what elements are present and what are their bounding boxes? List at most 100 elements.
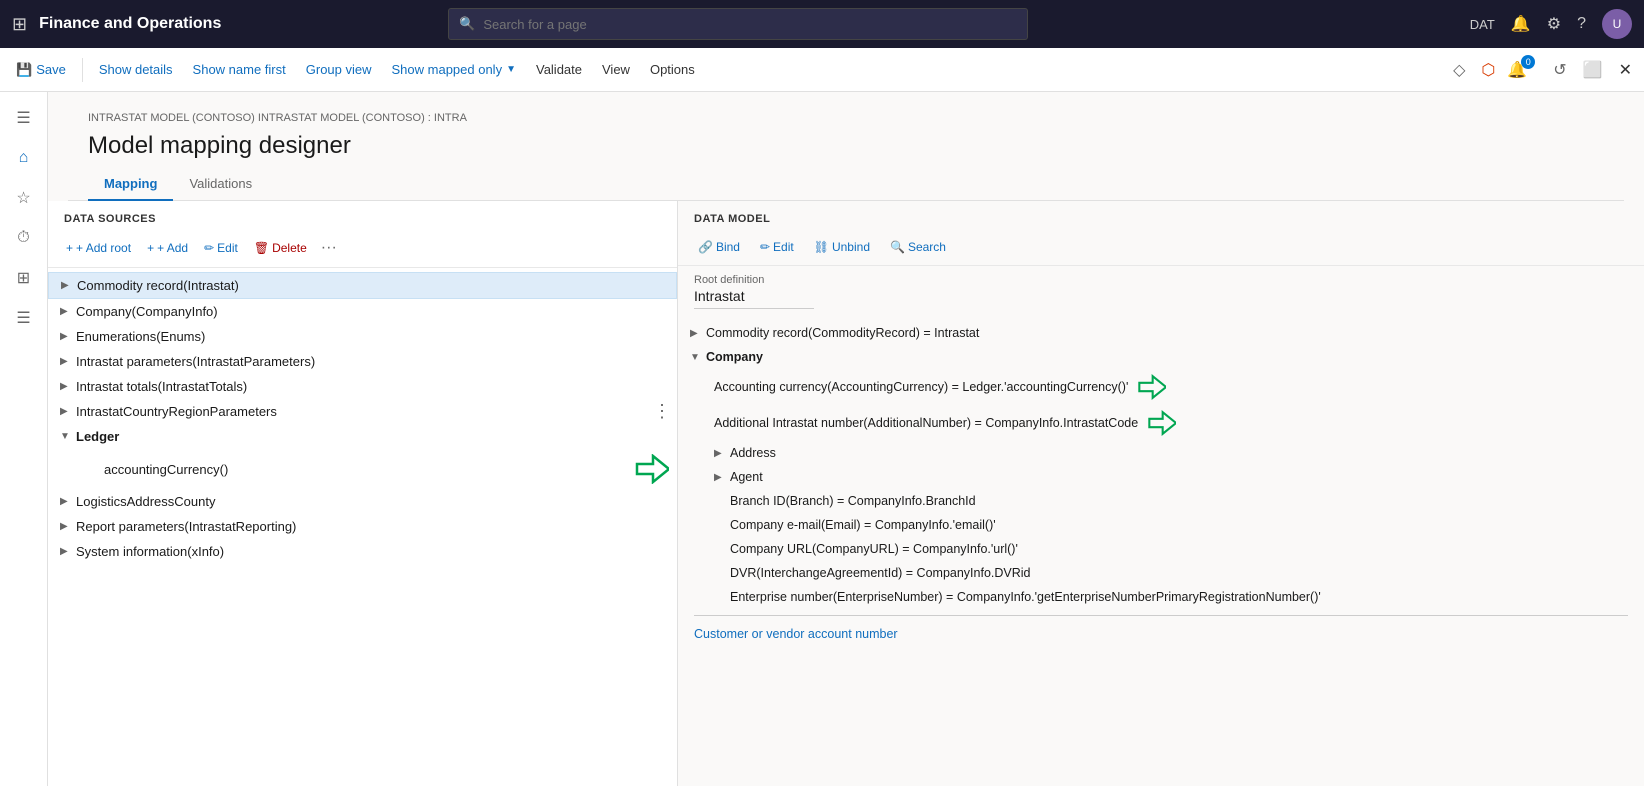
data-sources-toolbar: + + Add root + + Add ✏ Edit 🗑 Delete (48, 233, 677, 268)
data-sources-panel: DATA SOURCES + + Add root + + Add ✏ Edit (48, 201, 678, 786)
delete-trash-icon: 🗑 (254, 241, 269, 255)
sidebar-workspaces-icon[interactable]: ⊞ (6, 260, 42, 296)
unbind-button[interactable]: ⛓ Unbind (806, 237, 878, 257)
validate-button[interactable]: Validate (528, 58, 590, 81)
list-item[interactable]: ▶ Commodity record(Intrastat) (48, 272, 677, 299)
user-avatar[interactable]: U (1602, 9, 1632, 39)
main-content-area: INTRASTAT MODEL (CONTOSO) INTRASTAT MODE… (48, 92, 1644, 786)
list-item[interactable]: Branch ID(Branch) = CompanyInfo.BranchId (678, 489, 1644, 513)
help-question-icon[interactable]: ? (1577, 15, 1586, 33)
chevron-right-icon: ▶ (60, 521, 76, 532)
chevron-right-icon: ▶ (60, 546, 76, 557)
sidebar-home-icon[interactable]: ⌂ (6, 140, 42, 176)
chevron-down-icon: ▼ (60, 431, 76, 442)
list-item[interactable]: Company URL(CompanyURL) = CompanyInfo.'u… (678, 537, 1644, 561)
list-item[interactable]: ▶ Address (678, 441, 1644, 465)
root-definition-value: Intrastat (694, 288, 814, 309)
more-options-icon[interactable]: ··· (317, 237, 341, 259)
add-button[interactable]: + + Add (141, 238, 194, 258)
list-item[interactable]: ▶ Agent (678, 465, 1644, 489)
list-item[interactable]: ▶ Report parameters(IntrastatReporting) (48, 514, 677, 539)
search-input[interactable] (483, 17, 1017, 32)
edit-button[interactable]: ✏ Edit (198, 238, 244, 258)
list-item[interactable]: ▼ Company (678, 345, 1644, 369)
top-nav-bar: ⊞ Finance and Operations 🔍 DAT 🔔 ⚙ ? U (0, 0, 1644, 48)
delete-button[interactable]: 🗑 Delete (248, 238, 313, 258)
tab-mapping[interactable]: Mapping (88, 168, 173, 201)
notification-bell-icon[interactable]: 🔔 (1511, 14, 1531, 34)
chevron-right-icon: ▶ (60, 331, 76, 342)
show-details-button[interactable]: Show details (91, 58, 181, 81)
diamond-icon[interactable]: ◇ (1449, 56, 1469, 84)
list-item[interactable]: ▶ System information(xInfo) (48, 539, 677, 564)
refresh-icon[interactable]: ↺ (1549, 56, 1570, 84)
notification-count[interactable]: 🔔 0 (1507, 60, 1541, 80)
maximize-icon[interactable]: ⬜ (1579, 56, 1607, 84)
save-button[interactable]: 💾 Save (8, 58, 74, 82)
chevron-right-icon: ▶ (690, 328, 706, 339)
add-root-button[interactable]: + + Add root (60, 238, 137, 258)
page-tabs: Mapping Validations (68, 168, 1624, 201)
vertical-dots-icon[interactable]: ⋮ (653, 401, 669, 422)
list-item[interactable]: Customer or vendor account number (678, 622, 1644, 646)
page-title: Model mapping designer (68, 128, 1624, 168)
main-toolbar: 💾 Save Show details Show name first Grou… (0, 48, 1644, 92)
add-icon: + (147, 241, 154, 255)
edit-button[interactable]: ✏ Edit (752, 237, 802, 257)
bind-button[interactable]: 🔗 Bind (690, 237, 748, 257)
office-icon[interactable]: ⬡ (1477, 56, 1499, 84)
app-title: Finance and Operations (39, 15, 221, 33)
save-icon: 💾 (16, 62, 32, 78)
chevron-right-icon: ▶ (60, 496, 76, 507)
list-item[interactable]: ▶ Intrastat totals(IntrastatTotals) (48, 374, 677, 399)
edit-pencil-icon: ✏ (204, 241, 214, 255)
list-item[interactable]: Company e-mail(Email) = CompanyInfo.'ema… (678, 513, 1644, 537)
chevron-down-icon: ▼ (506, 64, 516, 75)
list-item[interactable]: ▶ Commodity record(CommodityRecord) = In… (678, 321, 1644, 345)
content-panels: DATA SOURCES + + Add root + + Add ✏ Edit (48, 201, 1644, 786)
data-sources-tree: ▶ Commodity record(Intrastat) ▶ Company(… (48, 268, 677, 786)
arrow-indicator-icon (1136, 374, 1166, 400)
list-item[interactable]: DVR(InterchangeAgreementId) = CompanyInf… (678, 561, 1644, 585)
app-layout: ☰ ⌂ ☆ ⏱ ⊞ ☰ INTRASTAT MODEL (CONTOSO) IN… (0, 92, 1644, 786)
close-icon[interactable]: ✕ (1615, 56, 1636, 84)
grid-menu-icon[interactable]: ⊞ (12, 14, 27, 35)
chevron-right-icon: ▶ (714, 472, 730, 483)
sidebar-recent-icon[interactable]: ⏱ (6, 220, 42, 256)
data-model-tree: ▶ Commodity record(CommodityRecord) = In… (678, 317, 1644, 786)
list-item[interactable]: Accounting currency(AccountingCurrency) … (678, 369, 1644, 405)
chevron-down-icon: ▼ (690, 352, 706, 363)
edit-pencil-icon: ✏ (760, 240, 770, 254)
tab-validations[interactable]: Validations (173, 168, 268, 201)
show-name-first-button[interactable]: Show name first (185, 58, 294, 81)
sidebar-modules-icon[interactable]: ☰ (6, 300, 42, 336)
separator-line (694, 615, 1628, 616)
settings-gear-icon[interactable]: ⚙ (1547, 14, 1561, 34)
list-item[interactable]: ▶ Intrastat parameters(IntrastatParamete… (48, 349, 677, 374)
list-item[interactable]: ▶ IntrastatCountryRegionParameters ⋮ (48, 399, 677, 424)
data-model-panel: DATA MODEL 🔗 Bind ✏ Edit ⛓ Unbind (678, 201, 1644, 786)
data-sources-header: DATA SOURCES (48, 201, 677, 233)
sidebar-hamburger-icon[interactable]: ☰ (6, 100, 42, 136)
list-item[interactable]: ▼ Ledger (48, 424, 677, 449)
global-search-box[interactable]: 🔍 (448, 8, 1028, 40)
sidebar-favorites-icon[interactable]: ☆ (6, 180, 42, 216)
list-item[interactable]: ▶ Enumerations(Enums) (48, 324, 677, 349)
add-root-icon: + (66, 241, 73, 255)
group-view-button[interactable]: Group view (298, 58, 380, 81)
search-icon: 🔍 (459, 16, 475, 32)
chevron-right-icon: ▶ (60, 406, 76, 417)
search-button[interactable]: 🔍 Search (882, 237, 954, 257)
environment-label: DAT (1470, 17, 1495, 32)
chevron-right-icon: ▶ (60, 306, 76, 317)
list-item[interactable]: accountingCurrency() (48, 449, 677, 489)
toolbar-separator-1 (82, 58, 83, 82)
list-item[interactable]: ▶ LogisticsAddressCounty (48, 489, 677, 514)
list-item[interactable]: ▶ Company(CompanyInfo) (48, 299, 677, 324)
view-button[interactable]: View (594, 58, 638, 81)
options-button[interactable]: Options (642, 58, 703, 81)
show-mapped-only-button[interactable]: Show mapped only ▼ (384, 58, 524, 81)
list-item[interactable]: Enterprise number(EnterpriseNumber) = Co… (678, 585, 1644, 609)
chevron-right-icon: ▶ (714, 448, 730, 459)
list-item[interactable]: Additional Intrastat number(AdditionalNu… (678, 405, 1644, 441)
